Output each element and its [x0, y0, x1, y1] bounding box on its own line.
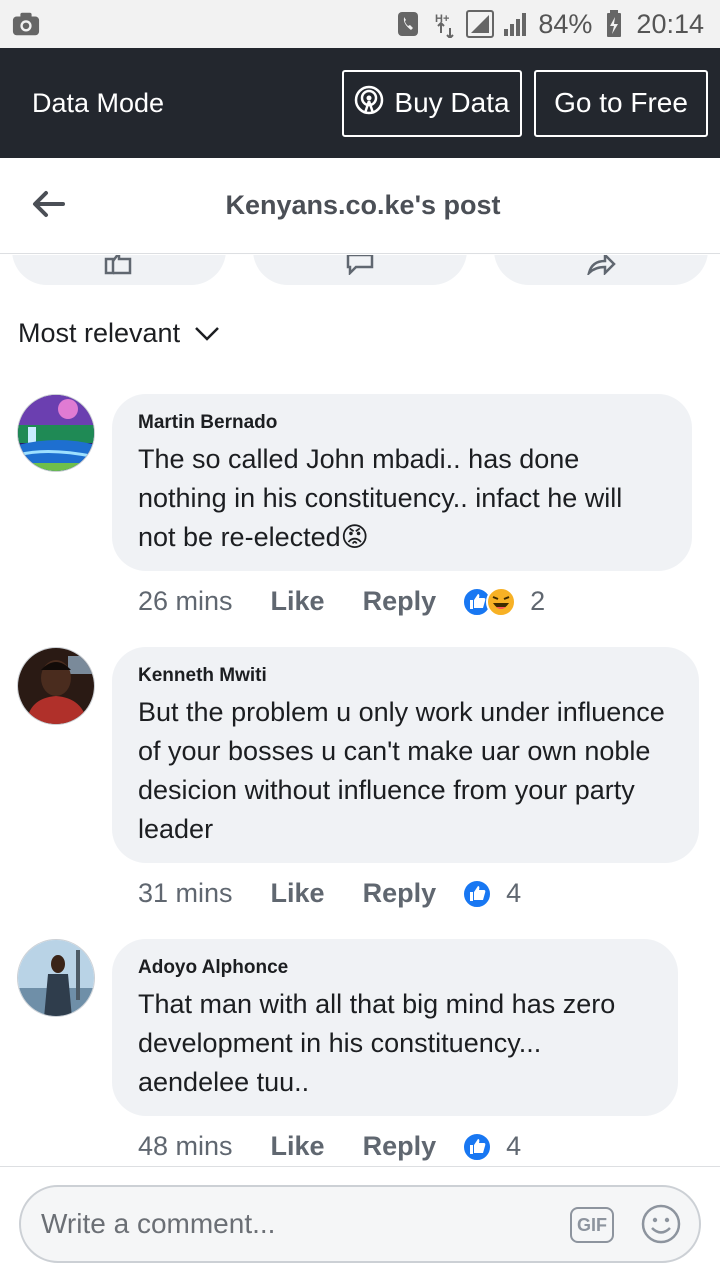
reaction-summary[interactable]: 4	[462, 1131, 521, 1162]
share-count-pill[interactable]	[494, 255, 708, 285]
broadcast-icon	[354, 85, 384, 122]
thumbs-up-icon	[104, 255, 132, 275]
filter-label: Most relevant	[18, 318, 181, 348]
reply-button[interactable]: Reply	[363, 1131, 437, 1162]
reply-button[interactable]: Reply	[363, 586, 437, 617]
comment-composer: GIF	[0, 1166, 720, 1280]
avatar[interactable]	[17, 647, 95, 725]
gif-button[interactable]: GIF	[570, 1207, 614, 1243]
clock: 20:14	[636, 8, 704, 39]
like-count-pill[interactable]	[12, 255, 226, 285]
status-bar: H+ 84% 20:14	[0, 0, 720, 48]
battery-percent: 84%	[538, 8, 593, 39]
comment-time[interactable]: 48 mins	[138, 1131, 233, 1162]
comment-bubble: Adoyo Alphonce That man with all that bi…	[112, 939, 678, 1116]
battery-charging-icon	[600, 10, 628, 38]
network-type-icon: H+	[430, 10, 458, 38]
post-header: Kenyans.co.ke's post	[0, 158, 720, 254]
haha-reaction-icon	[486, 586, 517, 617]
reaction-count: 4	[506, 878, 522, 908]
back-arrow-icon	[33, 191, 65, 217]
like-reaction-icon	[462, 1131, 493, 1162]
share-icon	[587, 255, 616, 275]
go-to-free-label: Go to Free	[554, 87, 688, 118]
comment-text: The so called John mbadi.. has done noth…	[138, 444, 623, 552]
reaction-summary[interactable]: 2	[462, 586, 545, 617]
smiley-icon	[641, 1204, 681, 1244]
page-title: Kenyans.co.ke's post	[225, 190, 501, 220]
signal-icon	[502, 10, 530, 38]
chevron-down-icon	[195, 326, 219, 341]
buy-data-label: Buy Data	[394, 87, 510, 118]
comment-bubble: Martin Bernado The so called John mbadi.…	[112, 394, 692, 571]
data-mode-title: Data Mode	[32, 87, 165, 118]
back-button[interactable]	[28, 184, 68, 224]
comment-meta: 48 mins Like Reply 4	[138, 1131, 521, 1162]
call-icon	[394, 10, 422, 38]
like-reaction-icon	[462, 878, 493, 909]
comment-meta: 31 mins Like Reply 4	[138, 878, 521, 909]
reaction-count: 2	[530, 586, 546, 616]
avatar[interactable]	[17, 394, 95, 472]
comment-meta: 26 mins Like Reply 2	[138, 586, 545, 617]
data-mode-bar: Data Mode Buy Data Go to Free	[0, 48, 720, 158]
like-button[interactable]: Like	[271, 1131, 325, 1162]
comment-text: That man with all that big mind has zero…	[138, 989, 616, 1097]
comment-author[interactable]: Martin Bernado	[138, 412, 666, 434]
comment-icon	[346, 255, 374, 275]
buy-data-button[interactable]: Buy Data	[342, 69, 522, 137]
reaction-count: 4	[506, 1131, 522, 1161]
go-to-free-button[interactable]: Go to Free	[534, 69, 708, 137]
comment-text: But the problem u only work under influe…	[138, 697, 665, 844]
avatar[interactable]	[17, 939, 95, 1017]
reply-button[interactable]: Reply	[363, 878, 437, 909]
comment-filter-dropdown[interactable]: Most relevant	[18, 318, 220, 349]
post-action-pills	[0, 255, 720, 287]
comment-author[interactable]: Kenneth Mwiti	[138, 665, 673, 687]
comment-count-pill[interactable]	[253, 255, 467, 285]
signal-box-icon	[466, 10, 495, 38]
like-button[interactable]: Like	[271, 878, 325, 909]
comment-author[interactable]: Adoyo Alphonce	[138, 957, 652, 979]
comment-time[interactable]: 31 mins	[138, 878, 233, 909]
reaction-summary[interactable]: 4	[462, 878, 521, 909]
camera-icon	[12, 10, 40, 38]
comment-bubble: Kenneth Mwiti But the problem u only wor…	[112, 647, 699, 863]
comment-time[interactable]: 26 mins	[138, 586, 233, 617]
like-button[interactable]: Like	[271, 586, 325, 617]
emoji-button[interactable]	[640, 1203, 682, 1245]
